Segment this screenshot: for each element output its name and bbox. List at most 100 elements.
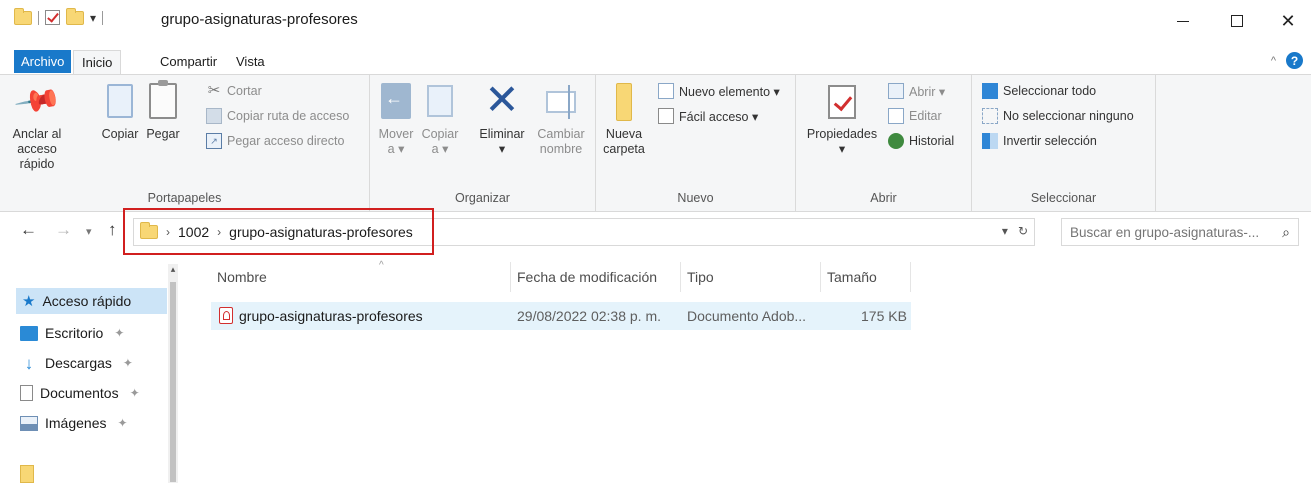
search-icon[interactable]: ⌕ [1282,224,1290,241]
scroll-up-icon[interactable]: ▴ [168,264,178,275]
column-header-date[interactable]: Fecha de modificación [511,262,681,292]
breadcrumb-chevron-icon[interactable]: › [217,225,221,239]
paste-button[interactable]: Pegar [143,80,183,142]
pin-icon[interactable]: ✦ [130,386,140,400]
open-icon [888,83,904,99]
new-item-icon [658,83,674,99]
folder-icon [14,7,32,25]
paste-shortcut-label: Pegar acceso directo [227,134,345,148]
properties-button[interactable]: Propiedades ▾ [802,81,882,157]
copy-button[interactable]: Copiar [100,81,140,142]
column-header-size[interactable]: Tamaño [821,262,911,292]
documents-icon [20,385,33,401]
nav-scrollbar[interactable]: ▴ [168,264,178,483]
easy-access-button[interactable]: Fácil acceso ▾ [658,108,758,124]
nav-item-descargas[interactable]: ↓ Descargas ✦ [20,350,133,376]
delete-dropdown-icon[interactable]: ▾ [499,142,505,157]
new-folder-button[interactable]: Nueva carpeta [602,81,646,157]
cut-button[interactable]: ✂ Cortar [206,83,262,99]
edit-button[interactable]: Editar [888,108,942,124]
paste-shortcut-button[interactable]: ↗ Pegar acceso directo [206,133,344,149]
recent-locations-icon[interactable]: ▾ [86,225,92,238]
properties-dropdown-icon[interactable]: ▾ [839,142,845,157]
sort-indicator-icon: ^ [379,260,384,271]
group-seleccionar: Seleccionar todo No seleccionar ninguno … [972,75,1156,211]
search-input[interactable] [1070,224,1270,240]
help-icon[interactable]: ? [1286,52,1303,69]
copy-to-button[interactable]: Copiar a ▾ [420,81,460,157]
back-arrow-icon[interactable]: ← [20,220,37,240]
table-row[interactable]: grupo-asignaturas-profesores 29/08/2022 … [211,302,911,330]
customize-toolbar-dropdown-icon[interactable]: ▾ [90,11,96,25]
refresh-icon[interactable]: ↻ [1018,224,1028,238]
group-label-abrir: Abrir [870,191,897,205]
delete-button[interactable]: ✕ Eliminar ▾ [476,76,528,157]
search-box[interactable]: ⌕ [1061,218,1299,246]
breadcrumb-current[interactable]: grupo-asignaturas-profesores [229,224,413,240]
delete-x-icon: ✕ [484,76,520,123]
breadcrumb-chevron-icon[interactable]: › [166,225,170,239]
maximize-button[interactable] [1214,6,1260,36]
file-name: grupo-asignaturas-profesores [239,308,423,324]
divider [102,10,104,25]
invert-selection-button[interactable]: Invertir selección [982,133,1097,149]
forward-arrow-icon[interactable]: → [55,220,72,240]
address-bar[interactable]: › 1002 › grupo-asignaturas-profesores ▾ … [133,218,1035,246]
breadcrumb-1002[interactable]: 1002 [178,224,209,240]
nav-item-escritorio[interactable]: Escritorio ✦ [20,320,124,346]
history-button[interactable]: Historial [888,133,954,149]
open-button[interactable]: Abrir ▾ [888,83,945,99]
copy-path-button[interactable]: Copiar ruta de acceso [206,108,349,124]
column-header-name[interactable]: Nombre ^ [211,260,511,292]
column-header-label: Nombre [217,269,267,285]
properties-quick-icon[interactable] [45,10,60,25]
paste-shortcut-icon: ↗ [206,133,222,149]
select-all-button[interactable]: Seleccionar todo [982,83,1096,99]
column-header-type[interactable]: Tipo [681,262,821,292]
close-button[interactable]: ✕ [1265,6,1311,36]
move-to-button[interactable]: Mover a ▾ [376,81,416,157]
invert-selection-label: Invertir selección [1003,134,1097,148]
ribbon: 📌 Anclar al acceso rápido Copiar Pegar ✂… [0,74,1311,212]
collapse-ribbon-icon[interactable]: ^ [1271,55,1276,67]
nav-item-label: Imágenes [45,415,107,431]
delete-label: Eliminar [479,127,525,141]
pin-icon[interactable]: ✦ [123,356,133,370]
title-bar: ▾ grupo-asignaturas-profesores ✕ [0,0,1311,44]
paste-label: Pegar [146,127,180,141]
scroll-thumb[interactable] [170,282,176,482]
cut-label: Cortar [227,84,262,98]
folder-icon[interactable] [20,465,34,483]
move-label-2: a ▾ [387,142,405,156]
tab-inicio[interactable]: Inicio [73,50,122,74]
nav-item-label: Documentos [40,385,119,401]
new-folder-quick-icon[interactable] [66,7,84,25]
address-dropdown-icon[interactable]: ▾ [1002,224,1008,238]
up-arrow-icon[interactable]: ↑ [108,220,117,240]
properties-icon [828,85,856,119]
new-item-button[interactable]: Nuevo elemento ▾ [658,83,780,99]
minimize-button[interactable] [1160,6,1206,36]
easy-access-label: Fácil acceso ▾ [679,109,759,124]
minimize-icon [1177,20,1189,22]
nav-quick-access[interactable]: ★ Acceso rápido [16,288,167,314]
edit-icon [888,108,904,124]
column-header-label: Tipo [687,269,714,285]
pin-quick-access-button[interactable]: 📌 Anclar al acceso rápido [6,77,68,172]
pdf-file-icon [219,307,233,324]
nav-item-imagenes[interactable]: Imágenes ✦ [20,410,128,436]
nav-item-documentos[interactable]: Documentos ✦ [20,380,140,406]
select-none-button[interactable]: No seleccionar ninguno [982,108,1134,124]
tab-archivo[interactable]: Archivo [14,50,72,73]
divider [38,10,39,25]
close-icon: ✕ [1280,11,1296,31]
tab-compartir[interactable]: Compartir [152,50,225,73]
window-title: grupo-asignaturas-profesores [161,11,358,28]
rename-button[interactable]: Cambiar nombre [536,81,586,157]
file-type: Documento Adob... [687,308,807,324]
tab-vista[interactable]: Vista [228,50,273,73]
pin-icon[interactable]: ✦ [117,416,127,430]
history-icon [888,133,904,149]
file-list: Nombre ^ Fecha de modificación Tipo Tama… [178,252,1311,483]
pin-icon[interactable]: ✦ [114,326,124,340]
